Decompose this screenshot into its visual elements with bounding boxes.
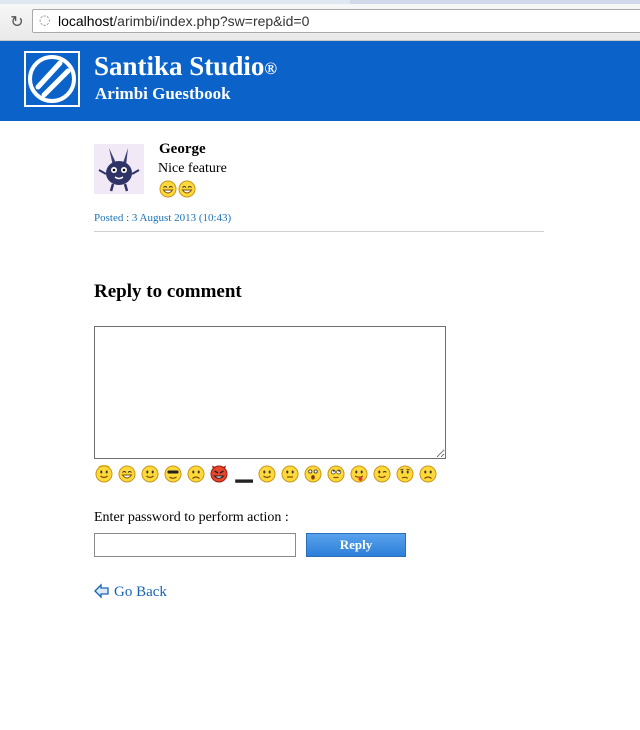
sad-emoticon-icon[interactable] (187, 465, 205, 483)
angel-emoticon-icon[interactable] (95, 465, 113, 483)
wink-emoticon-icon[interactable] (373, 465, 391, 483)
neutral-emoticon-icon[interactable] (281, 465, 299, 483)
posted-date: Posted : 3 August 2013 (10:43) (94, 212, 232, 224)
grin-smiley-icon (159, 180, 177, 198)
reload-icon[interactable]: ↻ (8, 13, 26, 31)
frown-emoticon-icon[interactable] (419, 465, 437, 483)
address-bar[interactable]: ◌ localhost/arimbi/index.php?sw=rep&id=0 (32, 9, 640, 33)
url-text: localhost/arimbi/index.php?sw=rep&id=0 (58, 13, 310, 29)
reply-button[interactable]: Reply (306, 533, 406, 557)
go-back-link[interactable]: Go Back (94, 583, 167, 601)
comment-text: Nice feature (158, 161, 227, 176)
password-label: Enter password to perform action : (94, 510, 289, 525)
comment-author: George (159, 141, 206, 157)
avatar (94, 144, 144, 194)
blank-emoticon-icon[interactable] (233, 465, 253, 483)
emoticon-picker (95, 465, 442, 483)
comment-smileys (159, 180, 197, 198)
smile-emoticon-icon[interactable] (141, 465, 159, 483)
site-header: Santika Studio® Arimbi Guestbook (0, 41, 640, 121)
password-input[interactable] (94, 533, 296, 557)
reply-textarea[interactable] (94, 326, 446, 459)
go-back-label: Go Back (114, 584, 167, 600)
browser-toolbar: ↻ ◌ localhost/arimbi/index.php?sw=rep&id… (0, 4, 640, 41)
santika-logo-icon (24, 51, 80, 107)
back-arrow-icon (94, 583, 109, 599)
devil-emoticon-icon[interactable] (210, 465, 228, 483)
globe-icon: ◌ (39, 13, 51, 28)
grin-smiley-icon (178, 180, 196, 198)
grin-emoticon-icon[interactable] (118, 465, 136, 483)
surprised-emoticon-icon[interactable] (304, 465, 322, 483)
rolleyes-emoticon-icon[interactable] (327, 465, 345, 483)
cool-emoticon-icon[interactable] (164, 465, 182, 483)
site-subtitle: Arimbi Guestbook (95, 84, 231, 103)
reply-heading: Reply to comment (94, 281, 242, 302)
worried-emoticon-icon[interactable] (396, 465, 414, 483)
divider (94, 231, 544, 232)
smile-emoticon-icon[interactable] (258, 465, 276, 483)
site-title: Santika Studio® (94, 51, 278, 81)
tongue-emoticon-icon[interactable] (350, 465, 368, 483)
